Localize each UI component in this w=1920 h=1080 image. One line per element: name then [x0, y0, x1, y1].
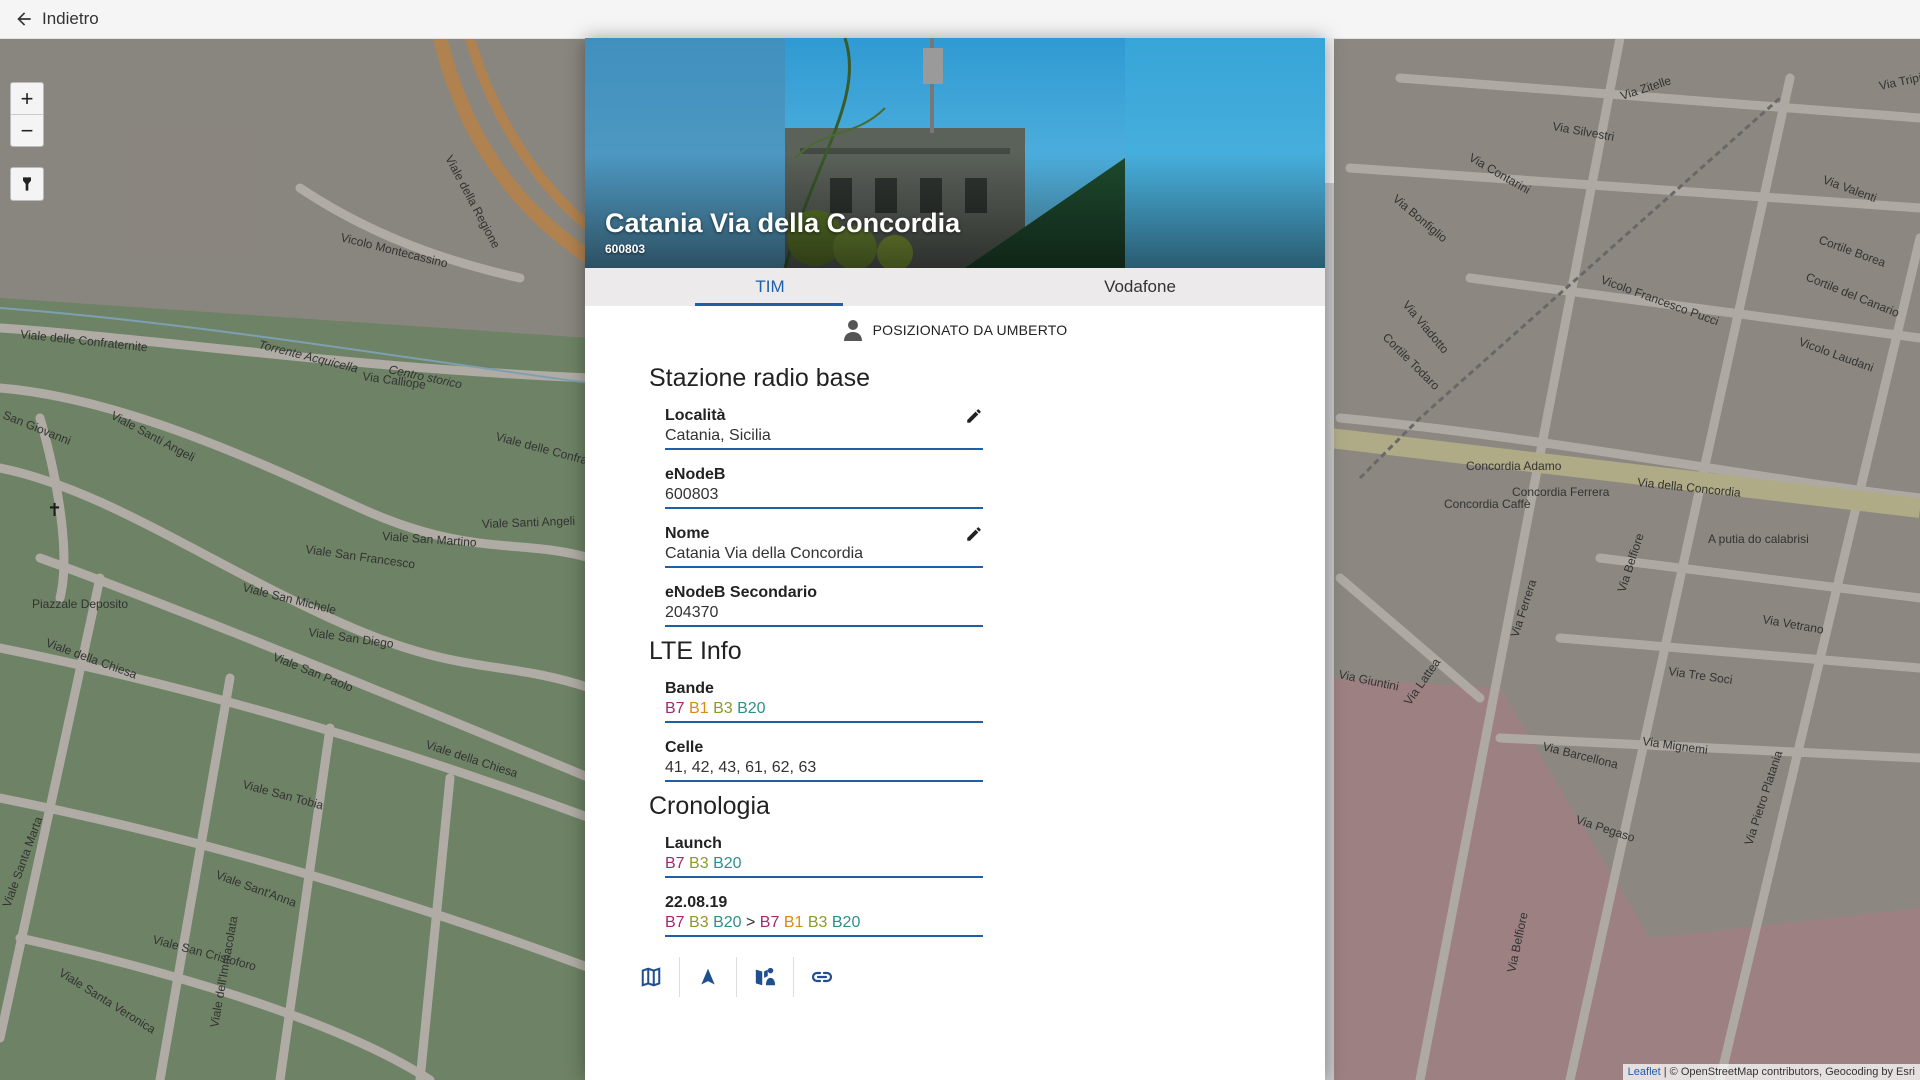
lte-title: LTE Info	[649, 637, 742, 665]
map-attribution: Leaflet | © OpenStreetMap contributors, …	[1622, 1064, 1920, 1080]
location-label: Località	[665, 407, 726, 424]
locate-button[interactable]	[10, 167, 44, 201]
location-value: Catania, Sicilia	[665, 427, 771, 444]
lte-section: LTE Info Bande B7 B1 B3 B20 Celle 41, 42…	[649, 637, 1325, 782]
launch-bands: B7 B3 B20	[665, 855, 983, 873]
scrollbar-thumb[interactable]	[1325, 183, 1334, 1080]
band-badge: B3	[807, 914, 828, 931]
flashlight-icon	[23, 177, 31, 191]
band-badge: B7	[665, 855, 685, 872]
attribution-text: | © OpenStreetMap contributors, Geocodin…	[1660, 1066, 1915, 1078]
enodeb-value: 600803	[665, 486, 719, 503]
band-badge: B20	[737, 700, 766, 717]
zoom-out-button[interactable]: −	[11, 114, 43, 146]
secondary-enodeb-label: eNodeB Secondario	[665, 584, 818, 601]
change-arrow: >	[745, 914, 756, 931]
location-field: Località Catania, Sicilia	[665, 399, 983, 450]
map-icon	[641, 967, 661, 987]
secondary-enodeb-value: 204370	[665, 604, 719, 621]
operator-tabs: TIM Vodafone	[585, 268, 1325, 306]
arrow-left-icon	[17, 12, 31, 26]
link-icon	[811, 971, 833, 983]
panel-scrollbar[interactable]	[1325, 38, 1334, 1080]
site-id: 600803	[605, 242, 646, 256]
band-badge: B20	[713, 855, 742, 872]
history-section: Cronologia Launch B7 B3 B20 22.08.19 B7 …	[649, 792, 1325, 937]
action-bar	[623, 957, 1325, 997]
launch-field: Launch B7 B3 B20	[665, 827, 983, 878]
navigation-icon	[701, 968, 715, 985]
copy-link-button[interactable]	[794, 957, 850, 997]
srb-section: Stazione radio base Località Catania, Si…	[649, 364, 1325, 627]
band-badge: B7	[759, 914, 780, 931]
name-label: Nome	[665, 525, 710, 542]
cells-value: 41, 42, 43, 61, 62, 63	[665, 759, 817, 776]
history-title: Cronologia	[649, 792, 770, 820]
site-title: Catania Via della Concordia	[605, 208, 961, 238]
bands-label: Bande	[665, 680, 714, 697]
band-badge: B3	[689, 914, 709, 931]
positioned-by-text: POSIZIONATO DA UMBERTO	[872, 322, 1068, 338]
bands-field: Bande B7 B1 B3 B20	[665, 672, 983, 723]
name-value: Catania Via della Concordia	[665, 545, 864, 562]
bands-value: B7 B1 B3 B20	[665, 700, 983, 718]
launch-label: Launch	[665, 835, 722, 852]
enodeb-label: eNodeB	[665, 466, 726, 483]
band-badge: B7	[665, 700, 685, 717]
back-label: Indietro	[42, 9, 99, 28]
street-view-button[interactable]	[737, 957, 793, 997]
top-bar: Indietro	[0, 0, 1920, 39]
cells-label: Celle	[665, 739, 704, 756]
band-badge: B1	[689, 700, 709, 717]
band-badge: B20	[831, 914, 861, 931]
srb-title: Stazione radio base	[649, 364, 870, 392]
band-badge: B20	[713, 914, 742, 931]
edit-name-icon[interactable]	[965, 525, 983, 543]
enodeb-field: eNodeB 600803	[665, 458, 983, 509]
band-badge: B1	[783, 914, 804, 931]
edit-location-icon[interactable]	[965, 407, 983, 425]
navigate-button[interactable]	[680, 957, 736, 997]
update-date: 22.08.19	[665, 894, 728, 911]
secondary-enodeb-field: eNodeB Secondario 204370	[665, 576, 983, 627]
update-bands: B7 B3 B20 > B7 B1 B3 B20	[665, 914, 983, 932]
site-detail-panel: Catania Via della Concordia 600803 TIM V…	[585, 38, 1325, 1080]
name-field: Nome Catania Via della Concordia	[665, 517, 983, 568]
zoom-in-button[interactable]: +	[11, 83, 43, 114]
back-button[interactable]: Indietro	[14, 9, 99, 29]
band-badge: B3	[689, 855, 709, 872]
band-badge: B7	[665, 914, 685, 931]
positioned-by: POSIZIONATO DA UMBERTO	[585, 306, 1325, 354]
zoom-control: + −	[10, 82, 44, 147]
cells-field: Celle 41, 42, 43, 61, 62, 63	[665, 731, 983, 782]
user-icon	[843, 320, 862, 341]
leaflet-link[interactable]: Leaflet	[1628, 1066, 1661, 1078]
band-badge: B3	[713, 700, 733, 717]
update-field: 22.08.19 B7 B3 B20 > B7 B1 B3 B20	[665, 886, 983, 937]
street-view-icon	[755, 967, 776, 986]
tab-vodafone[interactable]: Vodafone	[955, 268, 1325, 306]
tab-tim[interactable]: TIM	[585, 268, 955, 306]
open-map-button[interactable]	[623, 957, 679, 997]
site-photo: Catania Via della Concordia 600803	[585, 38, 1325, 268]
